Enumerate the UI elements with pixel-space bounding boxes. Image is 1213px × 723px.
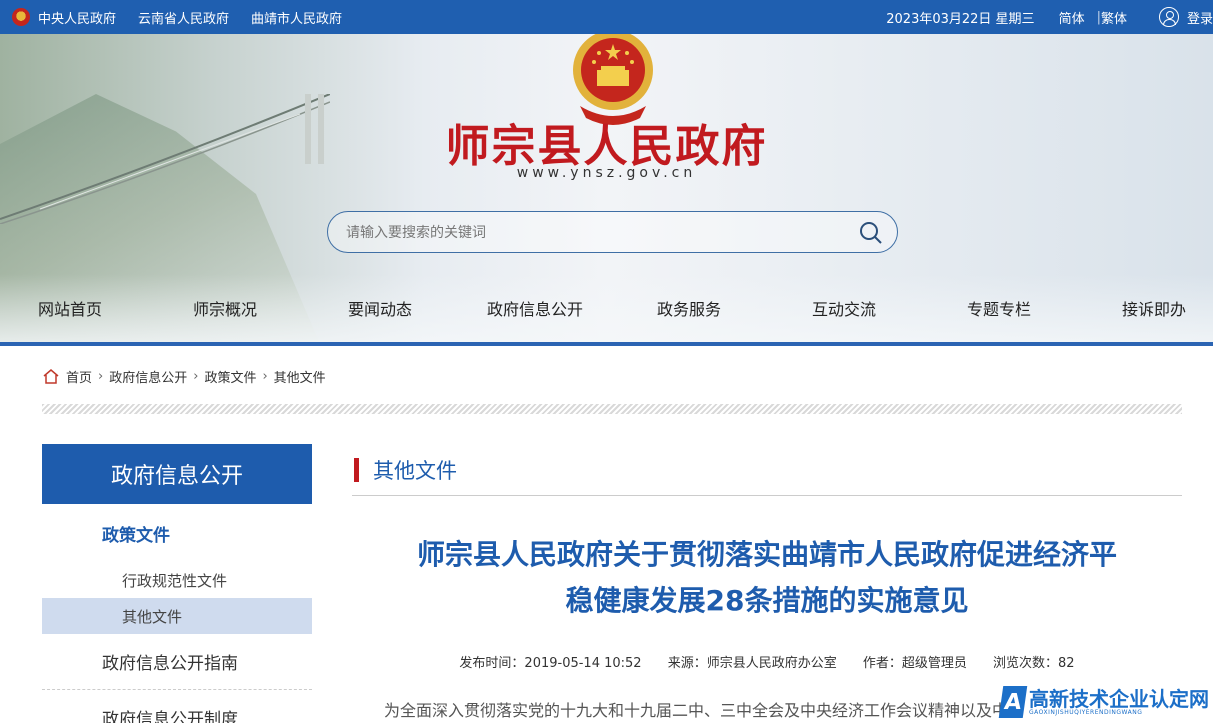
sidebar-item-disclosure-system[interactable]: 政府信息公开制度 xyxy=(42,690,312,723)
login-link[interactable]: 登录 xyxy=(1187,8,1213,27)
nav-overview[interactable]: 师宗概况 xyxy=(193,296,257,320)
main-nav: 网站首页 师宗概况 要闻动态 政府信息公开 政务服务 互动交流 专题专栏 接诉即… xyxy=(0,296,1213,336)
article-title-line: 稳健康发展28条措施的实施意见 xyxy=(565,584,969,617)
search-box xyxy=(327,211,898,253)
simplified-chinese-button[interactable]: 简体 xyxy=(1059,8,1085,27)
article-meta: 发布时间：2019-05-14 10:52 来源：师宗县人民政府办公室 作者：超… xyxy=(352,652,1182,671)
breadcrumb-policy[interactable]: 政策文件 xyxy=(204,367,256,386)
breadcrumb-home[interactable]: 首页 xyxy=(66,367,92,386)
sidebar-category-policy[interactable]: 政策文件 xyxy=(42,504,312,562)
view-count: 浏览次数：82 xyxy=(993,656,1075,671)
divider xyxy=(42,404,1182,414)
link-qujing-government[interactable]: 曲靖市人民政府 xyxy=(251,8,342,27)
sidebar-item-other-docs[interactable]: 其他文件 xyxy=(42,598,312,634)
top-bar: 中央人民政府 云南省人民政府 曲靖市人民政府 2023年03月22日 星期三 简… xyxy=(0,0,1213,34)
link-yunnan-government[interactable]: 云南省人民政府 xyxy=(138,8,229,27)
nav-underline xyxy=(0,342,1213,346)
nav-home[interactable]: 网站首页 xyxy=(38,296,102,320)
article-title-line: 师宗县人民政府关于贯彻落实曲靖市人民政府促进经济平 xyxy=(416,538,1117,571)
chevron-right-icon: › xyxy=(193,368,199,384)
sidebar-item-disclosure-guide[interactable]: 政府信息公开指南 xyxy=(42,634,312,690)
main-content: 其他文件 师宗县人民政府关于贯彻落实曲靖市人民政府促进经济平 稳健康发展28条措… xyxy=(352,444,1182,721)
article-title: 师宗县人民政府关于贯彻落实曲靖市人民政府促进经济平 稳健康发展28条措施的实施意… xyxy=(352,532,1182,624)
current-date: 2023年03月22日 星期三 xyxy=(886,11,1035,27)
user-icon[interactable] xyxy=(1158,7,1179,27)
lang-separator: | xyxy=(1096,9,1101,25)
section-header: 其他文件 xyxy=(352,444,1182,496)
breadcrumb-gov-info[interactable]: 政府信息公开 xyxy=(109,367,187,386)
breadcrumb-current[interactable]: 其他文件 xyxy=(274,367,326,386)
search-input[interactable] xyxy=(346,221,836,245)
publish-time: 发布时间：2019-05-14 10:52 xyxy=(459,656,642,671)
chevron-right-icon: › xyxy=(262,368,268,384)
sidebar: 政府信息公开 政策文件 行政规范性文件 其他文件 政府信息公开指南 政府信息公开… xyxy=(42,444,312,723)
search-icon[interactable] xyxy=(859,221,883,245)
top-links: 中央人民政府 云南省人民政府 曲靖市人民政府 xyxy=(12,0,364,34)
nav-topics[interactable]: 专题专栏 xyxy=(967,296,1031,320)
top-right-tools: 2023年03月22日 星期三 简体 | 繁体 登录 xyxy=(886,0,1213,34)
sidebar-heading: 政府信息公开 xyxy=(42,444,312,504)
nav-services[interactable]: 政务服务 xyxy=(657,296,721,320)
article-author: 作者：超级管理员 xyxy=(862,656,967,671)
nav-interaction[interactable]: 互动交流 xyxy=(812,296,876,320)
nav-news[interactable]: 要闻动态 xyxy=(348,296,412,320)
sidebar-item-regulatory-docs[interactable]: 行政规范性文件 xyxy=(42,562,312,598)
traditional-chinese-button[interactable]: 繁体 xyxy=(1101,8,1127,27)
national-emblem-icon xyxy=(12,8,30,26)
home-icon xyxy=(43,369,59,384)
chevron-right-icon: › xyxy=(98,368,104,384)
watermark-icon: A xyxy=(998,686,1028,718)
watermark-title: 高新技术企业认定网 xyxy=(1029,686,1209,711)
breadcrumb: 首页 › 政府信息公开 › 政策文件 › 其他文件 xyxy=(42,366,326,386)
section-title: 其他文件 xyxy=(373,458,457,483)
link-central-government[interactable]: 中央人民政府 xyxy=(38,8,116,27)
article-source: 来源：师宗县人民政府办公室 xyxy=(667,656,837,671)
site-header: 师宗县人民政府 www.ynsz.gov.cn 网站首页 师宗概况 要闻动态 政… xyxy=(0,34,1213,342)
nav-complaints[interactable]: 接诉即办 xyxy=(1122,296,1186,320)
nav-gov-info[interactable]: 政府信息公开 xyxy=(487,296,583,320)
site-url: www.ynsz.gov.cn xyxy=(516,165,697,181)
section-marker xyxy=(354,457,359,482)
watermark-logo: A 高新技术企业认定网 GAOXINJISHUQIYERENDINGWANG xyxy=(998,686,1209,718)
